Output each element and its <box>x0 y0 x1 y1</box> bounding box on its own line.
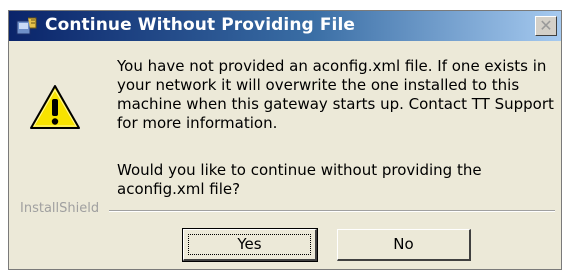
dialog-window: Continue Without Providing File ✕ You ha… <box>8 10 562 270</box>
warning-icon <box>29 83 81 131</box>
yes-button-label: Yes <box>237 235 262 253</box>
question-text: Would you like to continue without provi… <box>117 161 482 198</box>
installer-app-icon <box>16 16 38 36</box>
title-bar[interactable]: Continue Without Providing File ✕ <box>9 11 561 41</box>
message-text: You have not provided an aconfig.xml fil… <box>117 57 554 132</box>
close-button[interactable]: ✕ <box>535 16 557 36</box>
footer-divider <box>109 210 555 212</box>
installshield-brand: InstallShield <box>20 201 102 216</box>
no-button[interactable]: No <box>337 229 471 261</box>
close-icon: ✕ <box>539 16 553 35</box>
window-title: Continue Without Providing File <box>45 15 356 35</box>
yes-button[interactable]: Yes <box>182 228 318 262</box>
no-button-label: No <box>393 235 414 253</box>
